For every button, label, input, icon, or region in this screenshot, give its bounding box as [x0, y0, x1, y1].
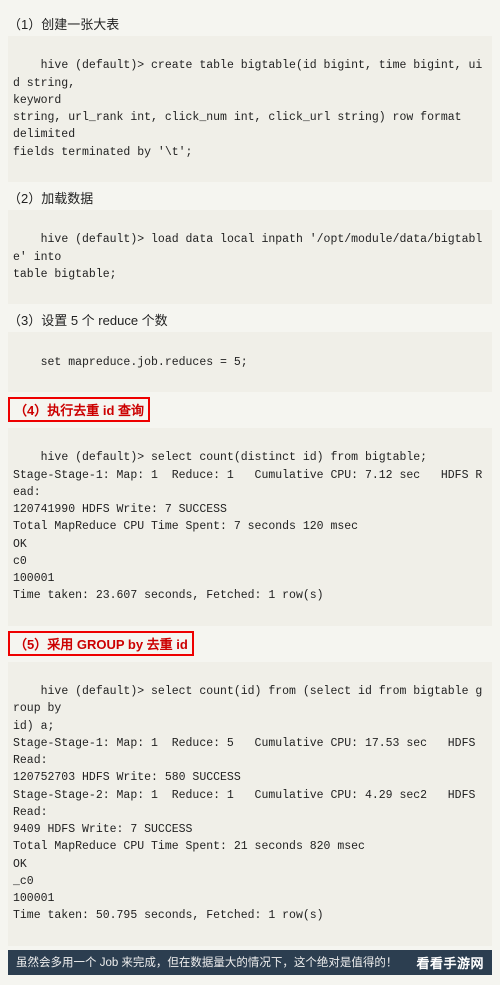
- section-2-code: hive (default)> load data local inpath '…: [8, 210, 492, 304]
- section-2-heading: （2）加载数据: [8, 188, 492, 207]
- section-1-code: hive (default)> create table bigtable(id…: [8, 36, 492, 182]
- section-5-row: （5）采用 GROUP by 去重 id: [8, 631, 492, 659]
- footer-bar: 虽然会多用一个 Job 来完成，但在数据量大的情况下，这个绝对是值得的！ 看看手…: [8, 950, 492, 975]
- section-4-row: （4）执行去重 id 查询: [8, 397, 492, 425]
- section-5-heading: （5）采用 GROUP by 去重 id: [8, 631, 194, 656]
- section-3-heading: （3）设置 5 个 reduce 个数: [8, 310, 492, 329]
- section-5-code: hive (default)> select count(id) from (s…: [8, 662, 492, 946]
- section-1-heading: （1）创建一张大表: [8, 14, 492, 33]
- footer-note: 虽然会多用一个 Job 来完成，但在数据量大的情况下，这个绝对是值得的！: [16, 954, 406, 970]
- section-3-code: set mapreduce.job.reduces = 5;: [8, 332, 492, 392]
- page-container: （1）创建一张大表 hive (default)> create table b…: [0, 0, 500, 985]
- footer-logo: 看看手游网: [416, 953, 484, 972]
- section-4-heading: （4）执行去重 id 查询: [8, 397, 150, 422]
